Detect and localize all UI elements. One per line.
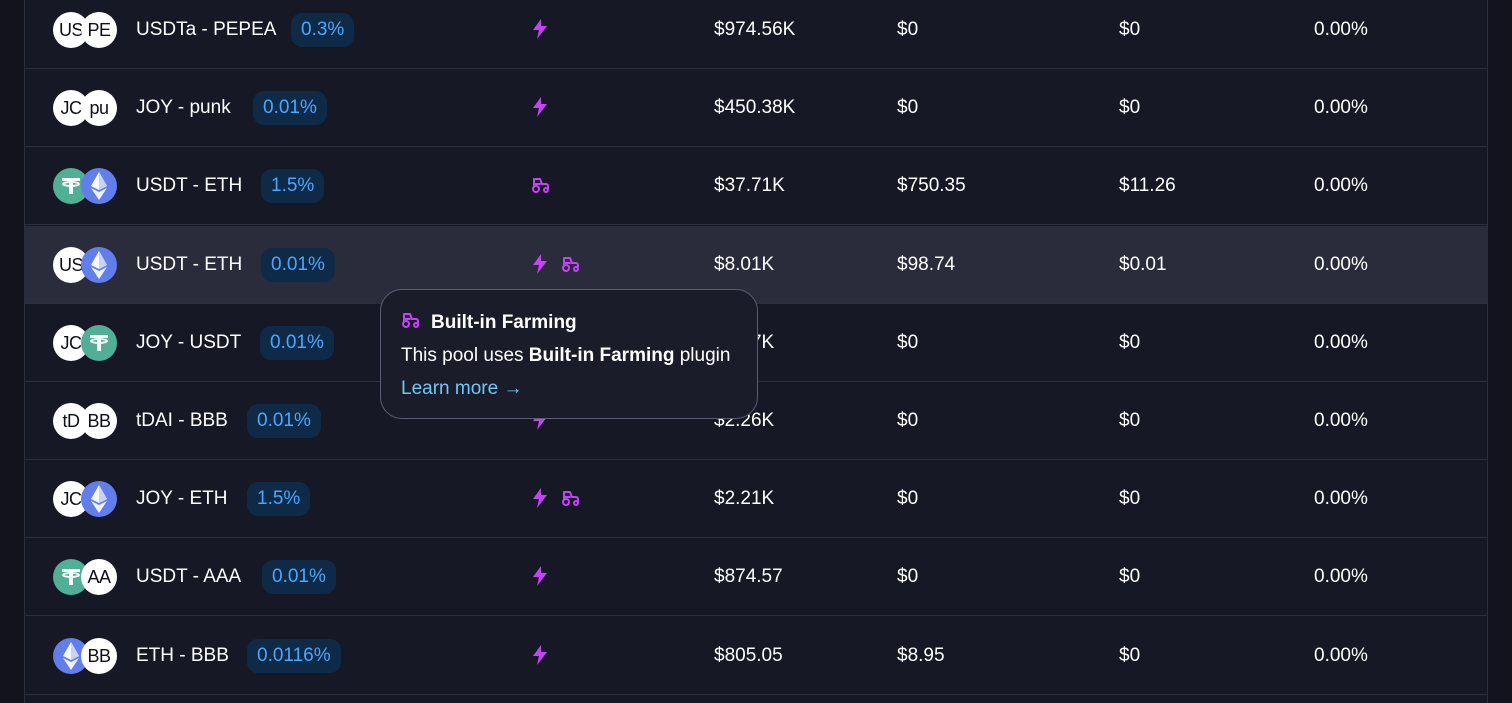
tooltip-body: This pool uses Built-in Farming plugin	[401, 345, 730, 367]
pool-fees: $0	[1119, 410, 1141, 431]
pool-volume: $98.74	[897, 254, 956, 275]
token-pair-icons	[53, 168, 119, 204]
token-icon: BB	[81, 403, 117, 439]
table-row[interactable]: US USDT - ETH 0.01% $8.01K $98.74 $0.01 0.00%	[25, 226, 1487, 304]
tooltip-body-suffix: plugin	[674, 345, 731, 366]
tether-icon	[81, 325, 117, 361]
pool-tvl: $974.56K	[714, 19, 796, 40]
fee-badge: 0.0116%	[247, 639, 341, 673]
pool-pair-name: JOY - punk	[136, 97, 231, 118]
pools-page: US PE USDTa - PEPEA 0.3% $974.56K $0 $0 0.00% JC…	[0, 0, 1512, 703]
token-icon: AA	[81, 559, 117, 595]
tooltip-header: Built-in Farming	[401, 311, 577, 334]
fee-badge: 0.01%	[262, 560, 336, 594]
pool-fees: $0	[1119, 645, 1141, 666]
pool-volume: $750.35	[897, 175, 966, 196]
pool-volume: $0	[897, 410, 919, 431]
pool-apr: 0.00%	[1314, 19, 1368, 40]
pool-pair-name: USDTa - PEPEA	[136, 19, 277, 40]
pool-fees: $0	[1119, 19, 1141, 40]
pool-pair-name: USDT - ETH	[136, 175, 243, 196]
pool-tvl: $8.01K	[714, 254, 775, 275]
token-icon: PE	[81, 12, 117, 48]
pool-tvl: $874.57	[714, 566, 783, 587]
table-row[interactable]: BB ETH - BBB 0.0116% $805.05 $8.95 $0 0.00%	[25, 617, 1487, 695]
fee-badge: 0.01%	[247, 404, 321, 438]
ethereum-icon	[81, 168, 117, 204]
pool-pair-name: tDAI - BBB	[136, 410, 228, 431]
pool-fees: $0.01	[1119, 254, 1167, 275]
pool-tvl: $805.05	[714, 645, 783, 666]
fee-badge: 0.01%	[260, 326, 334, 360]
token-pair-icons: US PE	[53, 12, 119, 48]
pool-apr: 0.00%	[1314, 254, 1368, 275]
tooltip-body-prefix: This pool uses	[401, 345, 529, 366]
ethereum-icon	[81, 247, 117, 283]
token-pair-icons: JC pu	[53, 90, 119, 126]
token-pair-icons: AA	[53, 559, 119, 595]
plugin-tooltip: Built-in Farming This pool uses Built-in…	[380, 289, 758, 419]
pool-tvl: $450.38K	[714, 97, 796, 118]
pool-apr: 0.00%	[1314, 97, 1368, 118]
pool-apr: 0.00%	[1314, 175, 1368, 196]
pool-volume: $0	[897, 566, 919, 587]
table-row[interactable]: JC pu JOY - punk 0.01% $450.38K $0 $0 0.00%	[25, 69, 1487, 147]
pool-apr: 0.00%	[1314, 566, 1368, 587]
pool-volume: $8.95	[897, 645, 945, 666]
pool-tvl: $2.21K	[714, 488, 775, 509]
pool-fees: $0	[1119, 566, 1141, 587]
token-pair-icons: US	[53, 247, 119, 283]
pool-pair-name: USDT - ETH	[136, 254, 243, 275]
pool-apr: 0.00%	[1314, 488, 1368, 509]
fee-badge: 0.3%	[291, 13, 355, 47]
fee-badge: 1.5%	[247, 482, 311, 516]
table-row[interactable]: AA USDT - AAA 0.01% $874.57 $0 $0 0.00%	[25, 538, 1487, 616]
pool-volume: $0	[897, 332, 919, 353]
token-icon: BB	[81, 638, 117, 674]
token-pair-icons: tD BB	[53, 403, 119, 439]
pool-apr: 0.00%	[1314, 332, 1368, 353]
token-pair-icons: JC	[53, 325, 119, 361]
table-row[interactable]: US PE USDTa - PEPEA 0.3% $974.56K $0 $0 0.00%	[25, 0, 1487, 69]
tooltip-body-bold: Built-in Farming	[528, 345, 675, 366]
pool-fees: $0	[1119, 332, 1141, 353]
learn-more-link[interactable]: Learn more →	[401, 378, 522, 400]
pool-pair-name: JOY - ETH	[136, 488, 228, 509]
ethereum-icon	[81, 481, 117, 517]
pool-apr: 0.00%	[1314, 410, 1368, 431]
fee-badge: 0.01%	[261, 248, 335, 282]
tooltip-title: Built-in Farming	[431, 311, 577, 333]
pool-fees: $11.26	[1119, 175, 1176, 196]
token-pair-icons: JC	[53, 481, 119, 517]
token-pair-icons: BB	[53, 638, 119, 674]
pool-fees: $0	[1119, 97, 1141, 118]
table-row[interactable]: USDT - ETH 1.5% $37.71K $750.35 $11.26 0.00%	[25, 147, 1487, 225]
pool-tvl: $37.71K	[714, 175, 785, 196]
fee-badge: 0.01%	[253, 91, 327, 125]
pool-fees: $0	[1119, 488, 1141, 509]
pool-volume: $0	[897, 19, 919, 40]
tractor-icon	[401, 311, 421, 334]
pool-pair-name: ETH - BBB	[136, 645, 229, 666]
pool-volume: $0	[897, 488, 919, 509]
table-row[interactable]: JC JOY - ETH 1.5% $2.21K $0 $0 0.00%	[25, 460, 1487, 538]
pool-pair-name: JOY - USDT	[136, 332, 242, 353]
token-icon: pu	[81, 90, 117, 126]
pool-pair-name: USDT - AAA	[136, 566, 242, 587]
fee-badge: 1.5%	[261, 169, 325, 203]
pool-apr: 0.00%	[1314, 645, 1368, 666]
pool-volume: $0	[897, 97, 919, 118]
